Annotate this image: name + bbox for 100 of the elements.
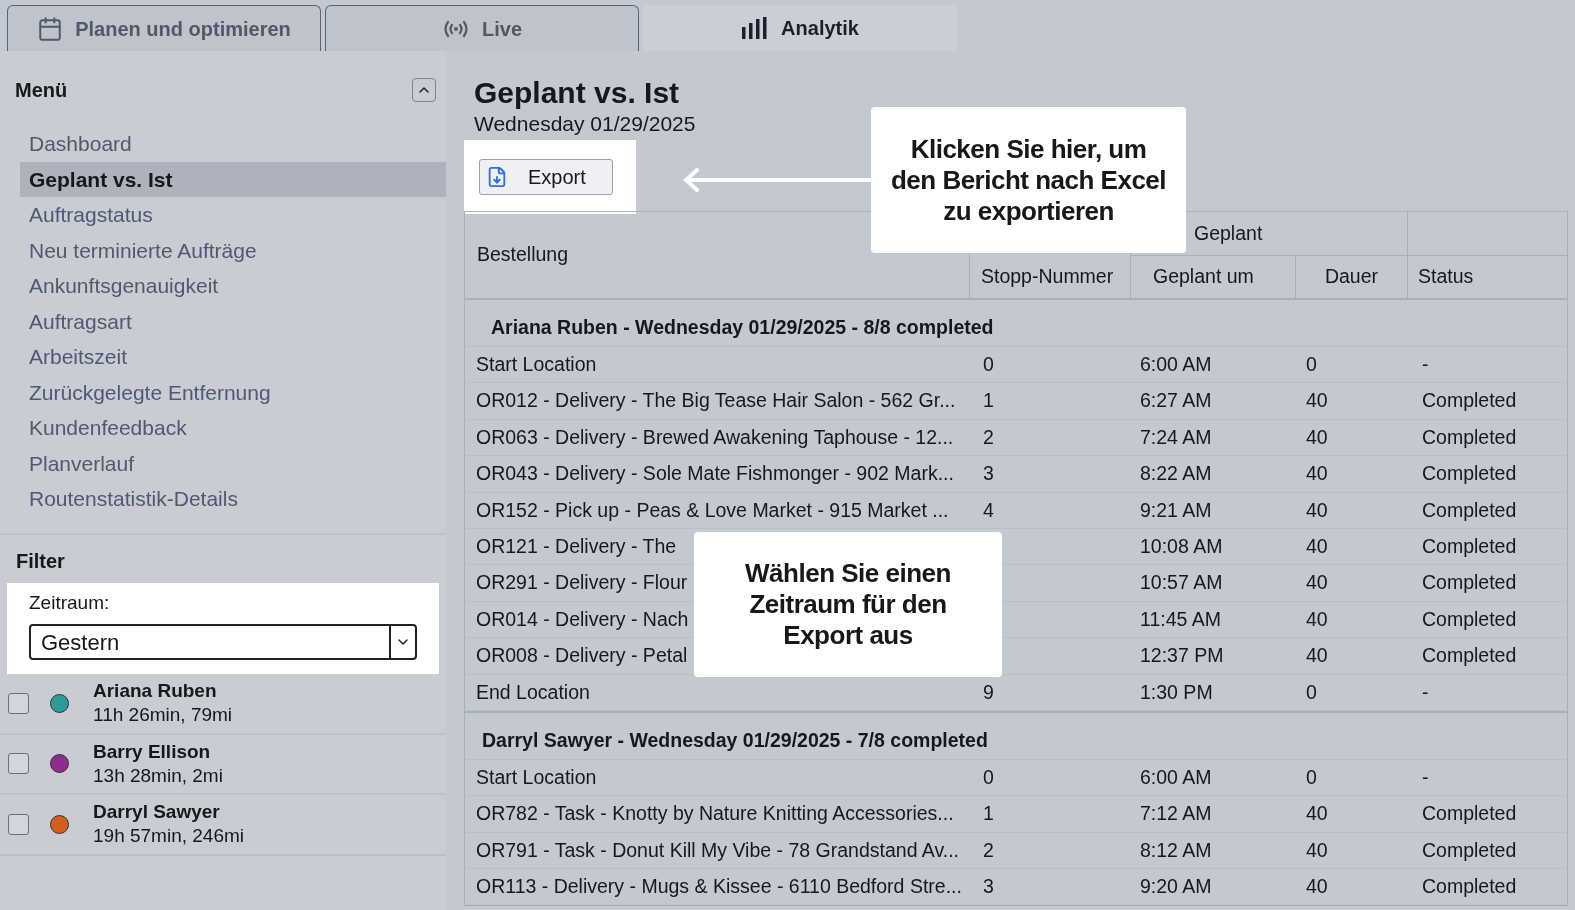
- table-cell-text: 40: [1305, 497, 1329, 523]
- table-cell-text: OR291 - Delivery - Flour: [476, 570, 688, 596]
- bar-chart-icon: [741, 17, 770, 39]
- table-cell-text: 7:12 AM: [1139, 801, 1213, 827]
- table-cell-text: 40: [1305, 570, 1329, 596]
- page-title: Geplant vs. Ist: [473, 75, 681, 111]
- table-cell-text: 40: [1305, 643, 1329, 669]
- collapse-button[interactable]: [412, 78, 436, 102]
- menu-item[interactable]: Routenstatistik-Details: [20, 481, 446, 517]
- table-cell-text: OR121 - Delivery - The: [476, 534, 677, 559]
- table-cell-text: OR008 - Delivery - Petal: [476, 643, 688, 669]
- group-header: Ariana Ruben - Wednesday 01/29/2025 - 8/8 completed: [465, 309, 1567, 347]
- menu-item[interactable]: Dashboard: [20, 126, 446, 162]
- table-cell-text: Completed: [1421, 388, 1518, 414]
- menu-item[interactable]: Auftragsart: [20, 303, 446, 339]
- table-cell-text: OR791 - Task - Donut Kill My Vibe - 78 Grandstand Av...: [476, 837, 960, 863]
- table-cell-text: 40: [1305, 461, 1329, 487]
- column-header: Geplant um: [1131, 255, 1296, 298]
- table-cell-text: OR063 - Delivery - Brewed Awakening Taphouse - 12...: [476, 424, 954, 450]
- table-cell-text: Completed: [1421, 497, 1518, 523]
- table-cell-text: 0: [982, 764, 995, 790]
- table-cell-text: Completed: [1421, 534, 1518, 559]
- table-cell-text: 40: [1305, 388, 1329, 414]
- column-header: Dauer: [1296, 255, 1408, 298]
- table-cell-text: 6:00 AM: [1139, 352, 1213, 378]
- table-cell-text: 3: [982, 874, 995, 900]
- table-cell-text: 2: [982, 424, 995, 450]
- table-cell-text: 6:27 AM: [1139, 388, 1213, 414]
- table-cell-text: End Location: [476, 679, 590, 705]
- checkbox[interactable]: [8, 692, 29, 714]
- table-cell-text: OR113 - Delivery - Mugs & Kissee - 6110 Bedford Stre...: [476, 874, 962, 900]
- table-cell-text: OR012 - Delivery - The Big Tease Hair Salon - 562 Gr...: [476, 388, 956, 414]
- calendar-icon: [37, 15, 64, 42]
- table-cell-text: 40: [1305, 534, 1329, 559]
- table-cell-text: 9: [982, 679, 995, 705]
- table-cell-text: 8:12 AM: [1139, 837, 1213, 863]
- menu-item[interactable]: Ankunftsgenauigkeit: [20, 268, 446, 304]
- broadcast-icon: [442, 18, 470, 39]
- table-cell-text: 7:24 AM: [1139, 424, 1213, 450]
- table-cell-text: 1:30 PM: [1139, 679, 1214, 705]
- table-cell-text: OR043 - Delivery - Sole Mate Fishmonger - 902 Mark...: [476, 461, 954, 487]
- period-label: Zeitraum:: [29, 590, 111, 615]
- menu-item[interactable]: Auftragstatus: [20, 197, 446, 233]
- driver-summary: 13h 28min, 2mi: [93, 763, 223, 788]
- menu-item[interactable]: Zurückgelegte Entfernung: [20, 374, 446, 410]
- table-cell-text: 0: [1305, 352, 1318, 378]
- table-cell-text: 40: [1305, 874, 1329, 900]
- checkbox[interactable]: [8, 813, 29, 835]
- callout: Wählen Sie einen Zeitraum für den Export aus: [694, 532, 1002, 677]
- filter-title: Filter: [15, 548, 66, 574]
- table-cell-text: OR782 - Task - Knotty by Nature Knitting Accessories...: [476, 801, 954, 827]
- tab[interactable]: Planen und optimieren: [7, 5, 321, 51]
- table-cell-text: 40: [1305, 606, 1329, 632]
- driver-summary: 19h 57min, 246mi: [93, 824, 245, 849]
- file-download-icon: [486, 166, 508, 188]
- table-cell-text: 1: [982, 388, 995, 414]
- tab[interactable]: Analytik: [643, 5, 957, 51]
- table-cell-text: Completed: [1421, 570, 1518, 596]
- tab[interactable]: Live: [325, 5, 639, 51]
- group-header: Darryl Sawyer - Wednesday 01/29/2025 - 7/8 completed: [465, 721, 1567, 760]
- table-cell-text: 40: [1305, 801, 1329, 827]
- column-header: Status: [1417, 264, 1475, 290]
- table-cell-text: Start Location: [476, 352, 597, 378]
- menu-item[interactable]: Arbeitszeit: [20, 339, 446, 375]
- table-cell-text: 9:20 AM: [1139, 874, 1213, 900]
- table-cell-text: 0: [982, 352, 995, 378]
- table-cell-text: Completed: [1421, 643, 1518, 669]
- page-date: Wednesday 01/29/2025: [473, 111, 697, 137]
- table-cell-text: Completed: [1421, 837, 1518, 863]
- table-cell-text: 8:22 AM: [1139, 461, 1213, 487]
- table-cell-text: 12:37 PM: [1139, 643, 1225, 669]
- table-cell-text: OR014 - Delivery - Nach: [476, 606, 689, 632]
- table-cell-text: Completed: [1421, 606, 1518, 632]
- table-cell-text: Completed: [1421, 801, 1518, 827]
- table-cell-text: 2: [982, 837, 995, 863]
- period-select[interactable]: Gestern: [29, 624, 417, 660]
- table-cell-text: Completed: [1421, 461, 1518, 487]
- callout: Klicken Sie hier, um den Bericht nach Excel zu exportieren: [871, 107, 1186, 253]
- menu-item[interactable]: Kundenfeedback: [20, 410, 446, 446]
- table-cell-text: OR152 - Pick up - Peas & Love Market - 915 Market ...: [476, 497, 949, 523]
- table-cell-text: -: [1421, 352, 1430, 378]
- table-cell-text: 3: [982, 461, 995, 487]
- driver-name: Ariana Ruben: [93, 679, 218, 704]
- table-cell-text: -: [1421, 764, 1430, 790]
- table-cell-text: 9:21 AM: [1139, 497, 1213, 523]
- menu-title: Menü: [15, 78, 68, 103]
- table-cell-text: Completed: [1421, 424, 1518, 450]
- export-button[interactable]: Export: [479, 159, 613, 195]
- menu-item[interactable]: Neu terminierte Aufträge: [20, 232, 446, 268]
- menu-item[interactable]: Planverlauf: [20, 445, 446, 481]
- table-cell-text: 11:45 AM: [1139, 606, 1222, 632]
- table-cell-text: 0: [1305, 764, 1318, 790]
- table-cell-text: 0: [1305, 679, 1318, 705]
- column-header: Stopp-Nummer: [970, 255, 1131, 298]
- checkbox[interactable]: [8, 753, 29, 775]
- driver-name: Darryl Sawyer: [93, 800, 221, 825]
- menu-item[interactable]: Geplant vs. Ist: [20, 161, 446, 197]
- table-cell-text: 10:57 AM: [1139, 570, 1224, 596]
- driver-name: Barry Ellison: [93, 739, 212, 764]
- driver-summary: 11h 26min, 79mi: [93, 703, 233, 728]
